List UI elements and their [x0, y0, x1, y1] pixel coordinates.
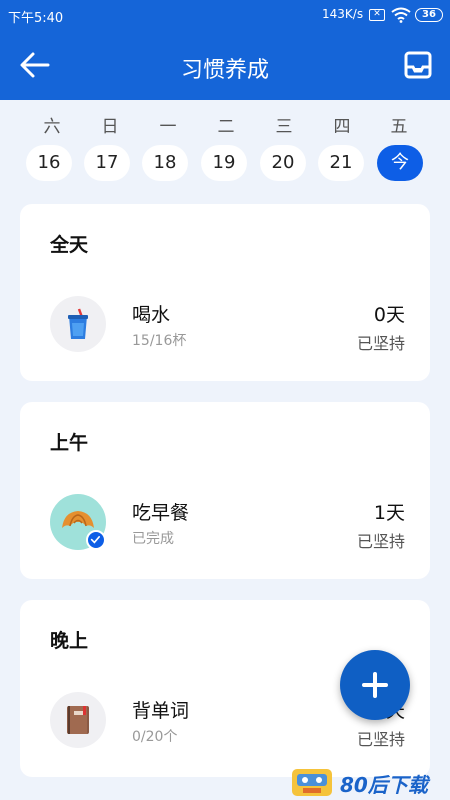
- date-chip[interactable]: 19: [201, 145, 247, 181]
- check-icon: [86, 530, 106, 550]
- cassette-icon: [292, 769, 332, 796]
- weekday-label: 日: [101, 117, 119, 137]
- habit-streak-days: 0天: [373, 304, 405, 326]
- status-time: 下午5:40: [8, 11, 64, 26]
- add-habit-button[interactable]: [340, 650, 410, 720]
- plus-icon: [362, 672, 388, 698]
- book-icon: [50, 692, 106, 748]
- habit-streak-label: 已坚持: [356, 532, 405, 551]
- weekday-label: 一: [159, 117, 177, 137]
- weekday-label: 六: [43, 117, 61, 137]
- status-bar: 下午5:40 143K/s ✕ 36: [0, 0, 450, 30]
- habit-streak-label: 已坚持: [356, 730, 405, 749]
- date-chip[interactable]: 20: [260, 145, 306, 181]
- inbox-icon[interactable]: [404, 51, 432, 79]
- section-card-all-day: 全天 喝水 15/16杯 0天 已坚持: [20, 204, 430, 381]
- habit-name: 吃早餐: [132, 502, 190, 524]
- habit-name: 背单词: [132, 700, 190, 722]
- section-title: 上午: [50, 432, 89, 454]
- habit-row-breakfast[interactable]: 吃早餐 已完成 1天 已坚持: [20, 494, 430, 551]
- weekday-row: 六 日 一 二 三 四 五: [0, 112, 450, 137]
- habit-name: 喝水: [132, 304, 171, 326]
- date-chip[interactable]: 17: [84, 145, 130, 181]
- date-chip[interactable]: 16: [26, 145, 72, 181]
- habit-progress: 已完成: [132, 531, 174, 547]
- watermark-text: 80后下载: [340, 773, 428, 797]
- date-chip[interactable]: 21: [318, 145, 364, 181]
- habit-streak-label: 已坚持: [356, 334, 405, 353]
- section-title: 全天: [50, 234, 89, 256]
- date-chip-today[interactable]: 今: [377, 145, 423, 181]
- section-title: 晚上: [50, 630, 89, 652]
- wifi-icon: [391, 7, 411, 23]
- watermark: 80后下载: [290, 765, 450, 800]
- app-bar: 习惯养成: [0, 30, 450, 100]
- weekday-label: 三: [275, 117, 293, 137]
- x-icon: ✕: [369, 9, 385, 21]
- header-bar: 下午5:40 143K/s ✕ 36 习惯养成: [0, 0, 450, 100]
- habit-streak-days: 1天: [373, 502, 405, 524]
- date-chip[interactable]: 18: [142, 145, 188, 181]
- battery-indicator: 36: [415, 8, 443, 22]
- section-card-morning: 上午 吃早餐 已完成 1天 已坚持: [20, 402, 430, 579]
- habit-progress: 15/16杯: [132, 333, 187, 349]
- weekday-label: 五: [390, 117, 408, 137]
- habit-progress: 0/20个: [132, 729, 178, 745]
- cup-icon: [50, 296, 106, 352]
- weekday-label: 四: [333, 117, 351, 137]
- date-row: 16 17 18 19 20 21 今: [0, 145, 450, 183]
- page-title: 习惯养成: [180, 58, 269, 83]
- habit-row-water[interactable]: 喝水 15/16杯 0天 已坚持: [20, 296, 430, 353]
- weekday-label: 二: [217, 117, 235, 137]
- network-speed: 143K/s: [322, 7, 364, 21]
